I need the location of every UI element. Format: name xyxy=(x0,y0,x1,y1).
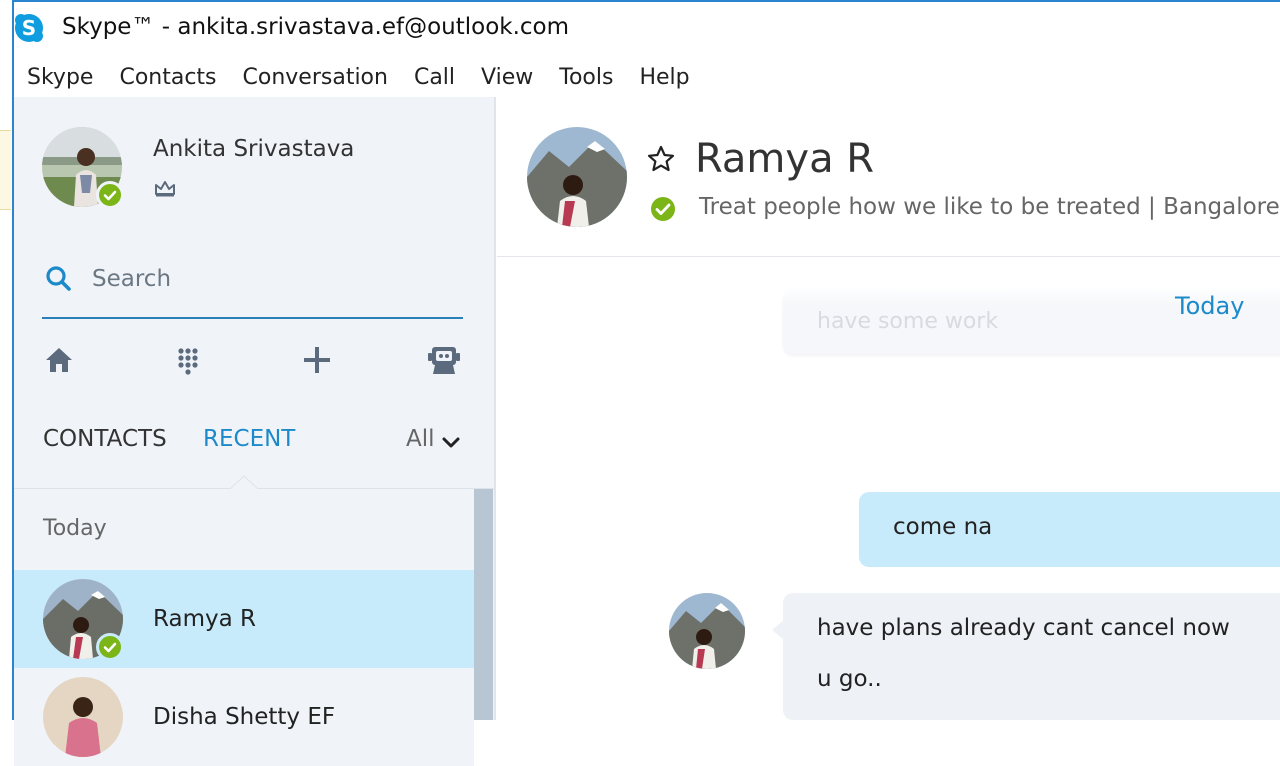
message-bubble-incoming[interactable] xyxy=(783,593,1280,720)
tab-recent[interactable]: RECENT xyxy=(203,426,295,452)
message-text: have plans already cant cancel now xyxy=(817,615,1230,641)
home-icon[interactable] xyxy=(42,343,76,377)
message-text: u go.. xyxy=(817,666,882,692)
crown-icon[interactable] xyxy=(153,178,177,198)
bot-icon[interactable] xyxy=(427,343,461,377)
window-title: Skype™ - ankita.srivastava.ef@outlook.co… xyxy=(62,14,570,40)
menu-view[interactable]: View xyxy=(468,58,546,98)
chevron-down-icon[interactable] xyxy=(440,432,462,454)
contact-name: Disha Shetty EF xyxy=(153,704,336,730)
conversation-title: Ramya R xyxy=(695,136,875,182)
search-underline xyxy=(42,317,463,319)
menu-bar: Skype Contacts Conversation Call View To… xyxy=(14,58,703,98)
contact-list-scrollbar[interactable] xyxy=(474,489,493,720)
conversation-header-divider xyxy=(497,256,1280,257)
dialpad-icon[interactable] xyxy=(171,343,205,377)
message-sender-avatar[interactable] xyxy=(669,593,745,669)
skype-logo-icon: S xyxy=(14,13,44,43)
search-input[interactable] xyxy=(92,262,460,296)
conversation-avatar[interactable] xyxy=(527,127,627,227)
menu-call[interactable]: Call xyxy=(401,58,468,98)
desktop-edge xyxy=(0,0,12,720)
tab-contacts[interactable]: CONTACTS xyxy=(43,426,167,452)
add-icon[interactable] xyxy=(300,343,334,377)
conversation-mood-message: Treat people how we like to be treated |… xyxy=(699,194,1280,220)
svg-text:S: S xyxy=(22,16,36,40)
recent-item-disha-shetty[interactable]: Disha Shetty EF xyxy=(14,668,474,766)
menu-conversation[interactable]: Conversation xyxy=(230,58,401,98)
day-separator: Today xyxy=(1175,292,1245,320)
contact-name: Ramya R xyxy=(153,606,256,632)
profile-name[interactable]: Ankita Srivastava xyxy=(153,136,354,162)
background-window-tab xyxy=(0,130,11,210)
message-text: come na xyxy=(893,514,993,540)
menu-contacts[interactable]: Contacts xyxy=(106,58,229,98)
menu-skype[interactable]: Skype xyxy=(14,58,106,98)
profile-status-online-icon xyxy=(96,181,124,209)
section-header-today: Today xyxy=(43,516,107,541)
conversation-status-online-icon xyxy=(650,196,676,222)
contact-status-online-icon xyxy=(96,633,124,661)
panel-divider[interactable] xyxy=(494,97,496,720)
contact-avatar xyxy=(43,677,123,757)
recent-item-ramya-r[interactable]: Ramya R xyxy=(14,570,474,668)
search-icon xyxy=(44,264,74,294)
menu-help[interactable]: Help xyxy=(626,58,702,98)
active-tab-notch xyxy=(229,474,259,490)
filter-dropdown[interactable]: All xyxy=(406,426,435,452)
favorite-star-icon[interactable] xyxy=(646,144,676,174)
message-text: have some work xyxy=(817,309,999,334)
menu-tools[interactable]: Tools xyxy=(546,58,626,98)
